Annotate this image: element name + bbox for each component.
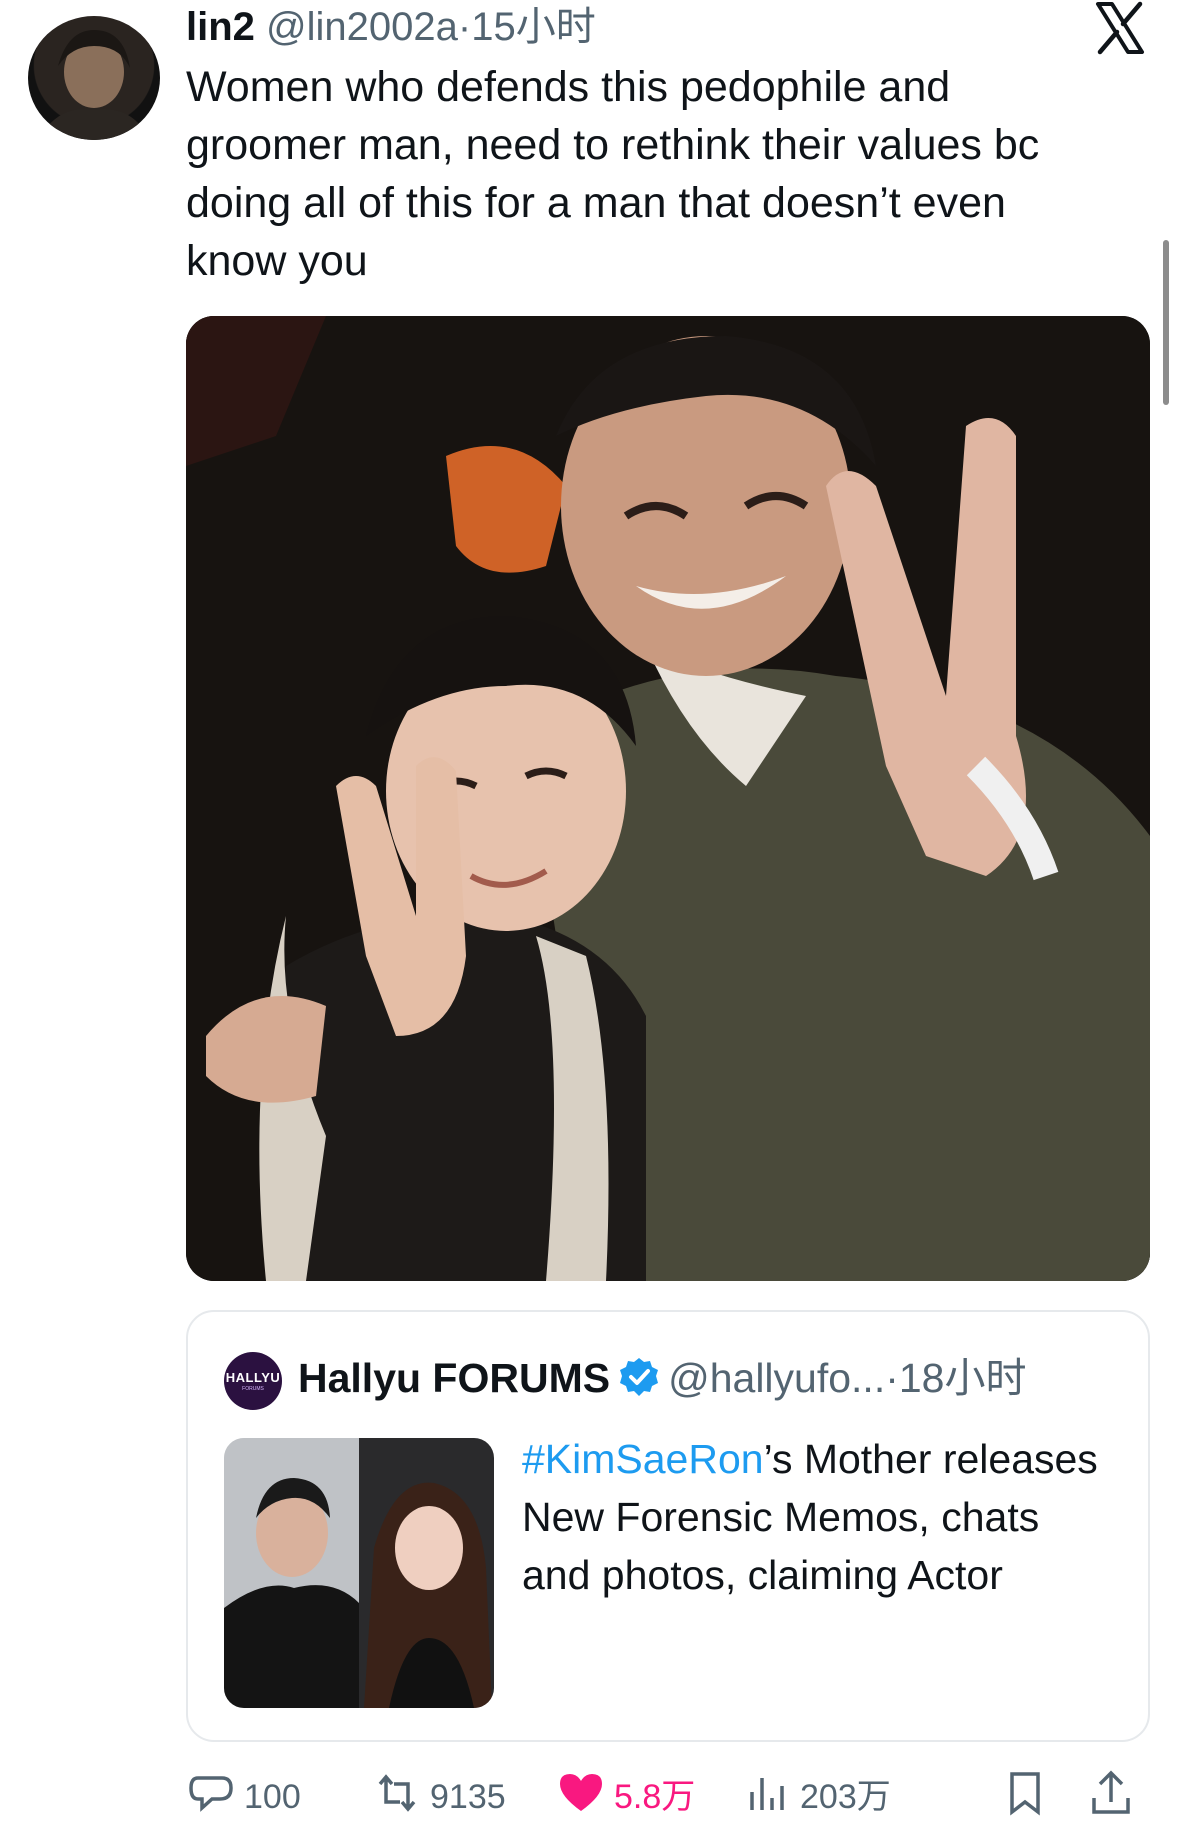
reply-count: 100 xyxy=(244,1778,301,1816)
quote-author-handle[interactable]: @hallyufo... xyxy=(668,1355,885,1401)
bookmark-button[interactable] xyxy=(1000,1768,1058,1828)
quote-avatar[interactable]: HALLYU FORUMS xyxy=(224,1352,282,1410)
author-handle[interactable]: @lin2002a xyxy=(266,5,458,49)
quote-thumbnail[interactable] xyxy=(224,1438,494,1708)
quote-author-name[interactable]: Hallyu FORUMS xyxy=(298,1355,610,1401)
tweet-time[interactable]: 15小时 xyxy=(471,5,596,49)
heart-filled-icon xyxy=(560,1774,602,1811)
quote-separator: · xyxy=(885,1355,899,1401)
quote-text: #KimSaeRon’s Mother releases New Forensi… xyxy=(522,1430,1112,1604)
quote-header: Hallyu FORUMS @hallyufo...·18小时 xyxy=(298,1350,1026,1406)
tweet-header: lin2 @lin2002a·15小时 xyxy=(186,2,596,52)
tweet-text: Women who defends this pedophile and gro… xyxy=(186,63,1040,285)
reply-icon xyxy=(189,1776,233,1812)
views-button[interactable]: 203万 xyxy=(742,1768,891,1828)
tweet-photo[interactable] xyxy=(186,316,1150,1281)
reply-button[interactable]: 100 xyxy=(186,1768,301,1828)
retweet-button[interactable]: 9135 xyxy=(372,1768,506,1828)
tweet-action-bar: 100 9135 5.8万 203万 xyxy=(186,1768,1146,1828)
author-name[interactable]: lin2 xyxy=(186,5,255,49)
quoted-tweet-card[interactable]: HALLYU FORUMS Hallyu FORUMS @hallyufo...·… xyxy=(186,1310,1150,1742)
quote-hashtag-link[interactable]: #KimSaeRon xyxy=(522,1436,764,1482)
views-icon xyxy=(750,1778,784,1810)
scrollbar[interactable] xyxy=(1163,240,1169,405)
quote-time[interactable]: 18小时 xyxy=(899,1355,1027,1401)
like-button[interactable]: 5.8万 xyxy=(556,1768,695,1828)
x-logo-icon xyxy=(1092,0,1148,56)
views-count: 203万 xyxy=(800,1778,891,1816)
share-button[interactable] xyxy=(1086,1768,1144,1828)
like-count: 5.8万 xyxy=(614,1778,696,1816)
retweet-icon xyxy=(378,1774,416,1812)
retweet-count: 9135 xyxy=(430,1778,506,1816)
bookmark-icon xyxy=(1010,1772,1040,1816)
author-avatar[interactable] xyxy=(28,16,160,140)
quote-avatar-text: HALLYU xyxy=(225,1370,281,1385)
verified-badge-icon xyxy=(618,1356,660,1398)
quote-avatar-subtext: FORUMS xyxy=(242,1386,264,1392)
header-separator: · xyxy=(457,5,472,49)
share-icon xyxy=(1092,1770,1130,1814)
